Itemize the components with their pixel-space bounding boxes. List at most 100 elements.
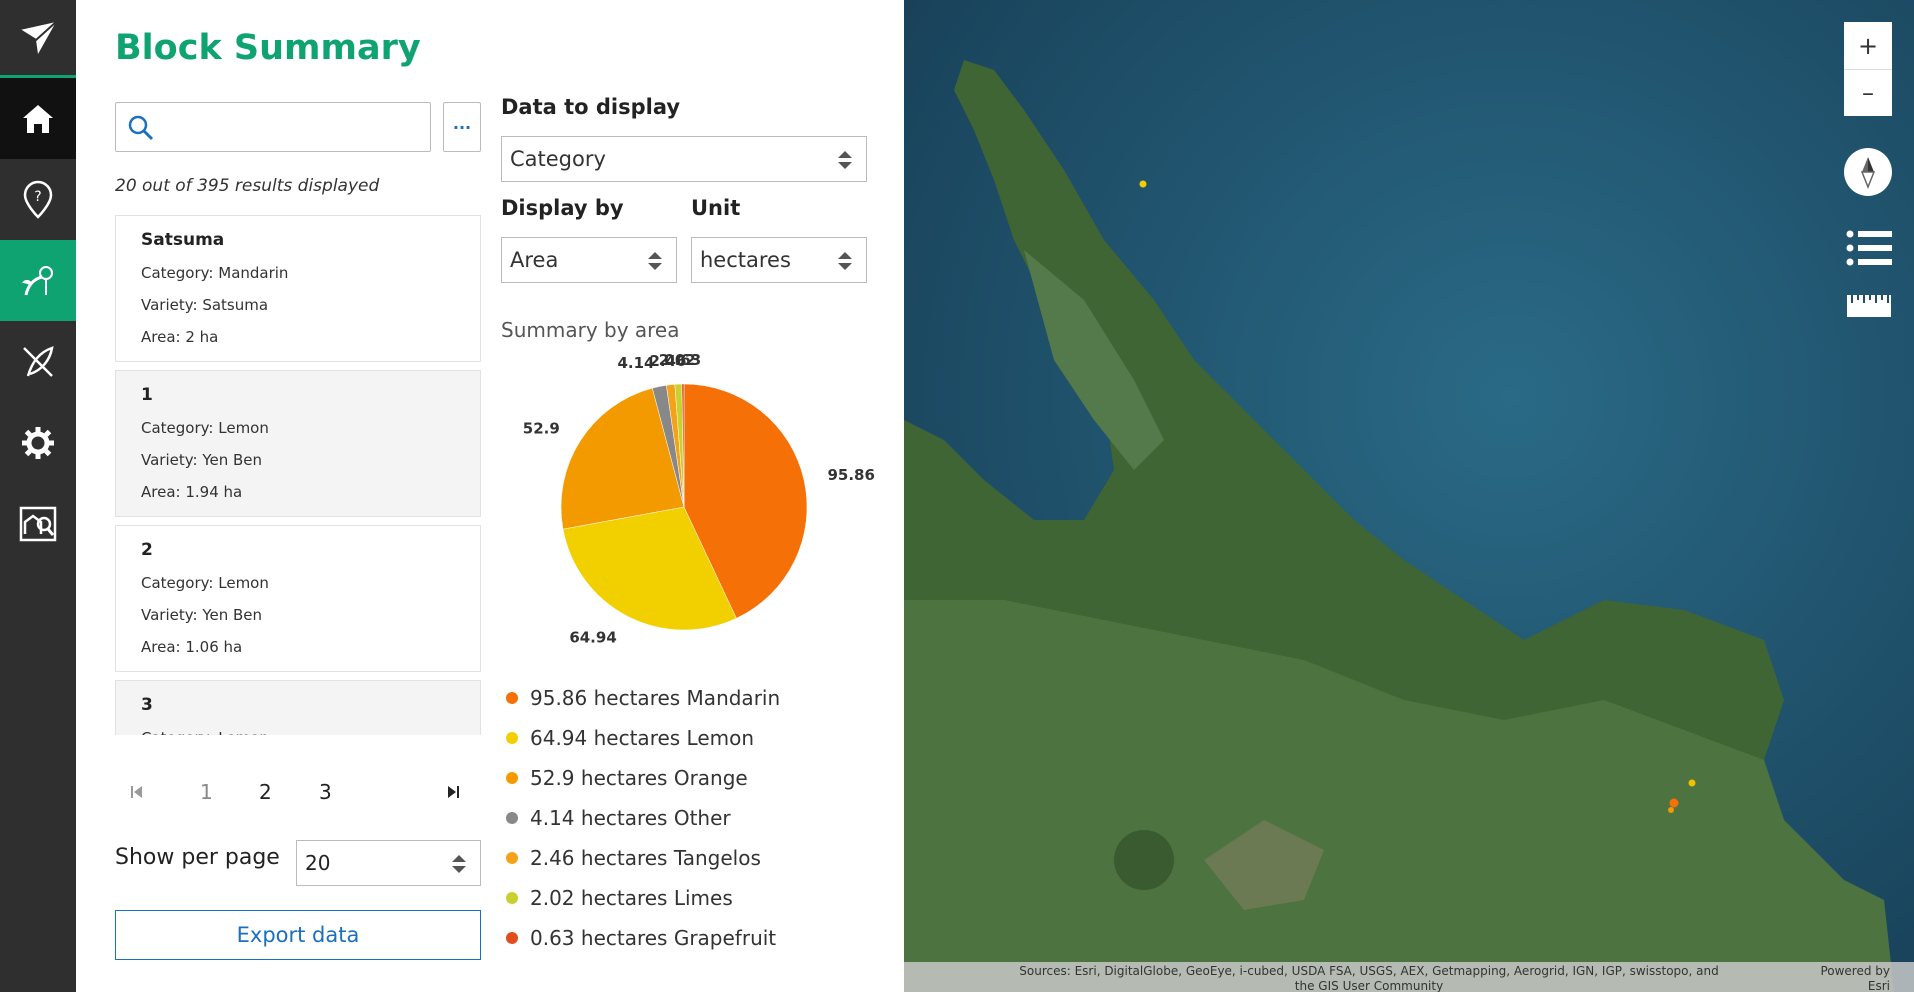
list-item[interactable]: Satsuma Category: Mandarin Variety: Sats…	[115, 215, 481, 362]
legend-dot	[506, 932, 518, 944]
summary-title: Summary by area	[501, 318, 680, 342]
plant-icon[interactable]	[0, 240, 76, 321]
legend-item: 2.02 hectares Limes	[506, 878, 780, 918]
legend-item: 4.14 hectares Other	[506, 798, 780, 838]
legend-label: 95.86 hectares Mandarin	[530, 686, 781, 710]
last-page-icon[interactable]	[445, 784, 461, 800]
unit-value: hectares	[700, 248, 791, 272]
search-field[interactable]	[115, 102, 431, 152]
legend-dot	[506, 892, 518, 904]
data-to-display-value: Category	[510, 147, 606, 171]
chart-legend: 95.86 hectares Mandarin 64.94 hectares L…	[506, 678, 780, 958]
legend-dot	[506, 732, 518, 744]
list-item[interactable]: 3 Category: Lemon	[115, 680, 481, 735]
block-name: Satsuma	[141, 230, 225, 250]
measure-button[interactable]	[1846, 294, 1892, 322]
feather-disabled-icon[interactable]	[0, 321, 76, 402]
export-data-button[interactable]: Export data	[115, 910, 481, 960]
page-3[interactable]: 3	[319, 780, 332, 804]
pie-data-label: 95.86	[827, 466, 874, 484]
pie-data-label: 0.63	[664, 351, 701, 369]
logo-icon[interactable]	[0, 0, 76, 78]
spinner-arrows-icon	[648, 252, 662, 270]
legend-item: 95.86 hectares Mandarin	[506, 678, 780, 718]
page-1[interactable]: 1	[200, 780, 213, 804]
farm-search-icon[interactable]	[0, 483, 76, 564]
legend-dot	[506, 812, 518, 824]
display-by-label: Display by	[501, 196, 624, 220]
map-view[interactable]: + – Sources: Esri, DigitalGlobe, GeoEye,…	[904, 0, 1914, 992]
legend-item: 52.9 hectares Orange	[506, 758, 780, 798]
page-title: Block Summary	[115, 28, 421, 68]
search-input[interactable]	[166, 111, 416, 143]
unit-label: Unit	[691, 196, 741, 220]
per-page-select[interactable]: 20	[296, 840, 481, 886]
spinner-arrows-icon	[452, 855, 466, 873]
first-page-icon[interactable]	[129, 784, 145, 800]
results-count: 20 out of 395 results displayed	[115, 176, 380, 196]
minus-icon: –	[1862, 79, 1874, 107]
legend-item: 0.63 hectares Grapefruit	[506, 918, 780, 958]
compass-icon	[1860, 157, 1876, 189]
block-category: Category: Lemon	[141, 725, 455, 735]
pie-data-label: 64.94	[569, 629, 616, 647]
block-category: Category: Lemon	[141, 574, 269, 592]
zoom-in-button[interactable]: +	[1844, 22, 1892, 70]
block-category: Category: Lemon	[141, 419, 269, 437]
layer-list-button[interactable]	[1846, 230, 1892, 270]
per-page-value: 20	[305, 851, 331, 875]
data-to-display-label: Data to display	[501, 95, 681, 119]
pagination: 1 2 3	[115, 772, 481, 812]
ruler-icon	[1847, 295, 1891, 317]
app-root: ? Block Summary ··· 20 out of 395 result…	[0, 0, 1914, 992]
search-icon	[128, 115, 154, 141]
legend-dot	[506, 852, 518, 864]
plus-icon: +	[1857, 31, 1879, 60]
legend-dot	[506, 772, 518, 784]
pie-chart: 95.8664.9452.94.142.462.020.63	[523, 351, 875, 647]
legend-label: 64.94 hectares Lemon	[530, 726, 755, 750]
block-list[interactable]: Satsuma Category: Mandarin Variety: Sats…	[115, 215, 481, 735]
legend-label: 0.63 hectares Grapefruit	[530, 926, 777, 950]
unit-select[interactable]: hectares	[691, 237, 867, 283]
legend-dot	[506, 692, 518, 704]
block-area: Area: 1.94 ha	[141, 483, 243, 501]
block-variety: Variety: Yen Ben	[141, 451, 263, 469]
block-name: 2	[141, 540, 153, 560]
display-by-select[interactable]: Area	[501, 237, 677, 283]
location-pin-icon[interactable]: ?	[0, 159, 76, 240]
spinner-arrows-icon	[838, 252, 852, 270]
attribution-sources: Sources: Esri, DigitalGlobe, GeoEye, i-c…	[1019, 964, 1719, 992]
data-to-display-select[interactable]: Category	[501, 136, 867, 182]
block-variety: Variety: Yen Ben	[141, 606, 263, 624]
list-icon	[1846, 230, 1892, 266]
block-name: 1	[141, 385, 153, 405]
legend-label: 4.14 hectares Other	[530, 806, 731, 830]
spinner-arrows-icon	[838, 151, 852, 169]
pie-data-label: 52.9	[523, 419, 560, 437]
powered-by-esri[interactable]: Powered by Esri	[1810, 964, 1890, 992]
per-page-label: Show per page	[115, 845, 280, 870]
map-attribution: Sources: Esri, DigitalGlobe, GeoEye, i-c…	[904, 962, 1914, 992]
list-item[interactable]: 2 Category: Lemon Variety: Yen Ben Area:…	[115, 525, 481, 672]
block-summary-panel: Block Summary ··· 20 out of 395 results …	[76, 0, 1001, 992]
legend-label: 52.9 hectares Orange	[530, 766, 748, 790]
more-options-button[interactable]: ···	[443, 102, 481, 152]
block-name: 3	[141, 695, 153, 715]
block-category: Category: Mandarin	[141, 264, 289, 282]
block-area: Area: 1.06 ha	[141, 638, 243, 656]
list-item[interactable]: 1 Category: Lemon Variety: Yen Ben Area:…	[115, 370, 481, 517]
page-2[interactable]: 2	[259, 780, 272, 804]
home-icon[interactable]	[0, 78, 76, 159]
left-nav: ?	[0, 0, 76, 992]
gear-icon[interactable]	[0, 402, 76, 483]
legend-item: 2.46 hectares Tangelos	[506, 838, 780, 878]
svg-text:?: ?	[34, 189, 41, 205]
legend-label: 2.02 hectares Limes	[530, 886, 733, 910]
block-variety: Variety: Satsuma	[141, 296, 269, 314]
satellite-imagery	[904, 0, 1914, 992]
display-by-value: Area	[510, 248, 559, 272]
block-area: Area: 2 ha	[141, 328, 219, 346]
zoom-out-button[interactable]: –	[1844, 70, 1892, 116]
compass-button[interactable]	[1844, 148, 1892, 196]
